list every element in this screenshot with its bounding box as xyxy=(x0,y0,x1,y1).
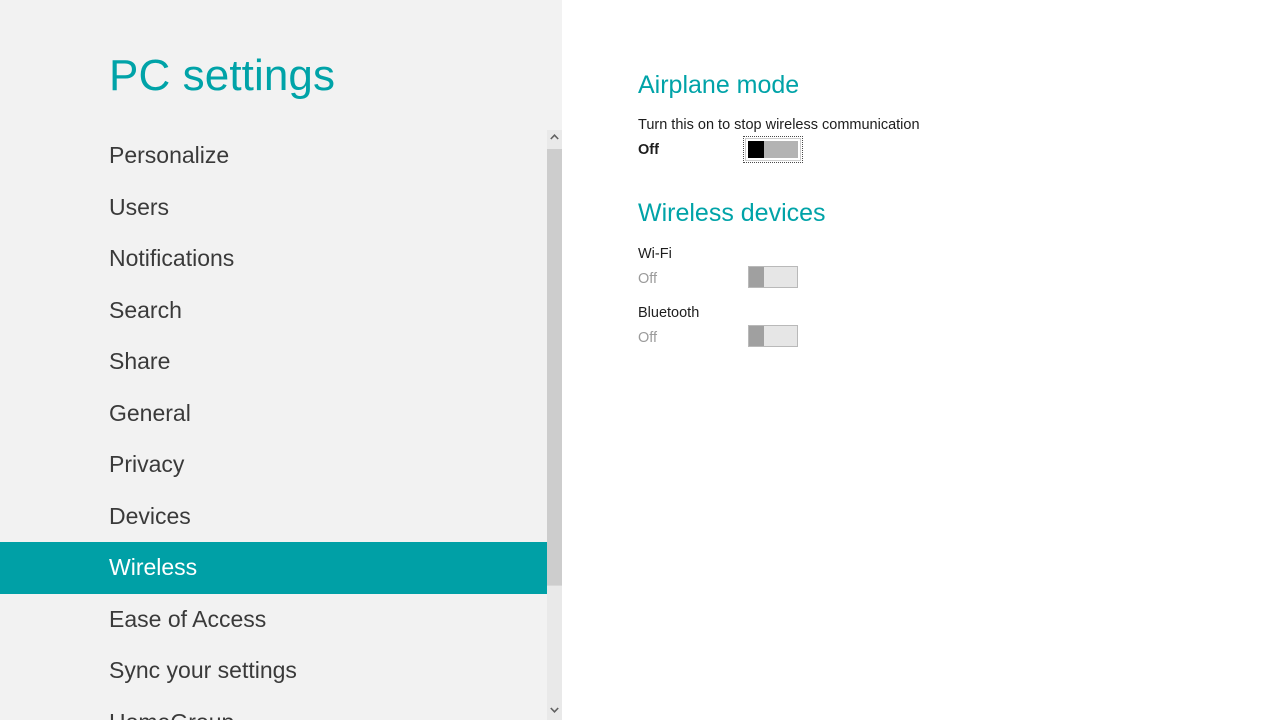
wireless-devices-heading: Wireless devices xyxy=(638,199,826,227)
sidebar-item-label: HomeGroup xyxy=(109,709,234,720)
wireless-settings-panel: Airplane mode Turn this on to stop wirel… xyxy=(562,0,1280,720)
sidebar-item-general[interactable]: General xyxy=(0,388,562,440)
scroll-down-button[interactable] xyxy=(547,703,562,720)
sidebar-item-privacy[interactable]: Privacy xyxy=(0,439,562,491)
sidebar-item-label: Share xyxy=(109,348,171,374)
airplane-mode-description: Turn this on to stop wireless communicat… xyxy=(638,117,920,133)
settings-nav-list: Personalize Users Notifications Search S… xyxy=(0,130,562,720)
sidebar-item-label: Sync your settings xyxy=(109,657,297,683)
scrollbar-thumb[interactable] xyxy=(547,149,562,585)
sidebar-item-label: Ease of Access xyxy=(109,605,267,632)
scroll-up-button[interactable] xyxy=(547,130,562,147)
sidebar-item-personalize[interactable]: Personalize xyxy=(0,130,562,182)
sidebar-item-label: Users xyxy=(109,193,170,220)
airplane-mode-state-label: Off xyxy=(638,142,659,158)
sidebar-item-wireless[interactable]: Wireless xyxy=(0,542,547,594)
sidebar-item-label: Devices xyxy=(109,502,191,529)
sidebar-scrollbar[interactable] xyxy=(547,130,562,720)
sidebar-item-label: Notifications xyxy=(109,245,235,271)
toggle-thumb xyxy=(749,267,764,287)
sidebar-item-users[interactable]: Users xyxy=(0,182,562,234)
sidebar-item-devices[interactable]: Devices xyxy=(0,491,562,543)
sidebar-item-label: Personalize xyxy=(109,142,230,168)
page-title: PC settings xyxy=(109,51,336,100)
sidebar-item-sync-your-settings[interactable]: Sync your settings xyxy=(0,645,562,697)
chevron-down-icon xyxy=(550,707,559,713)
wifi-state-label: Off xyxy=(638,271,658,287)
chevron-up-icon xyxy=(550,134,559,140)
toggle-thumb xyxy=(749,326,764,346)
airplane-mode-heading: Airplane mode xyxy=(638,71,800,99)
sidebar-item-share[interactable]: Share xyxy=(0,336,562,388)
wifi-label: Wi-Fi xyxy=(638,246,672,262)
pc-settings-window: PC settings Personalize Users Notificati… xyxy=(0,0,1280,720)
settings-sidebar: PC settings Personalize Users Notificati… xyxy=(0,0,562,720)
sidebar-item-notifications[interactable]: Notifications xyxy=(0,233,562,285)
scrollbar-thumb-overlap[interactable] xyxy=(547,539,562,586)
wifi-toggle[interactable] xyxy=(748,266,798,288)
airplane-mode-toggle[interactable] xyxy=(743,136,803,163)
sidebar-item-label: Search xyxy=(109,296,182,323)
bluetooth-toggle[interactable] xyxy=(748,325,798,347)
bluetooth-state-label: Off xyxy=(638,330,658,346)
toggle-thumb xyxy=(748,141,764,158)
sidebar-item-search[interactable]: Search xyxy=(0,285,562,337)
sidebar-item-ease-of-access[interactable]: Ease of Access xyxy=(0,594,562,646)
toggle-track xyxy=(745,138,801,161)
sidebar-item-label: General xyxy=(109,399,191,426)
sidebar-item-homegroup[interactable]: HomeGroup xyxy=(0,697,562,720)
sidebar-item-label: Privacy xyxy=(109,451,185,477)
bluetooth-label: Bluetooth xyxy=(638,305,700,321)
sidebar-item-label: Wireless xyxy=(109,554,198,580)
